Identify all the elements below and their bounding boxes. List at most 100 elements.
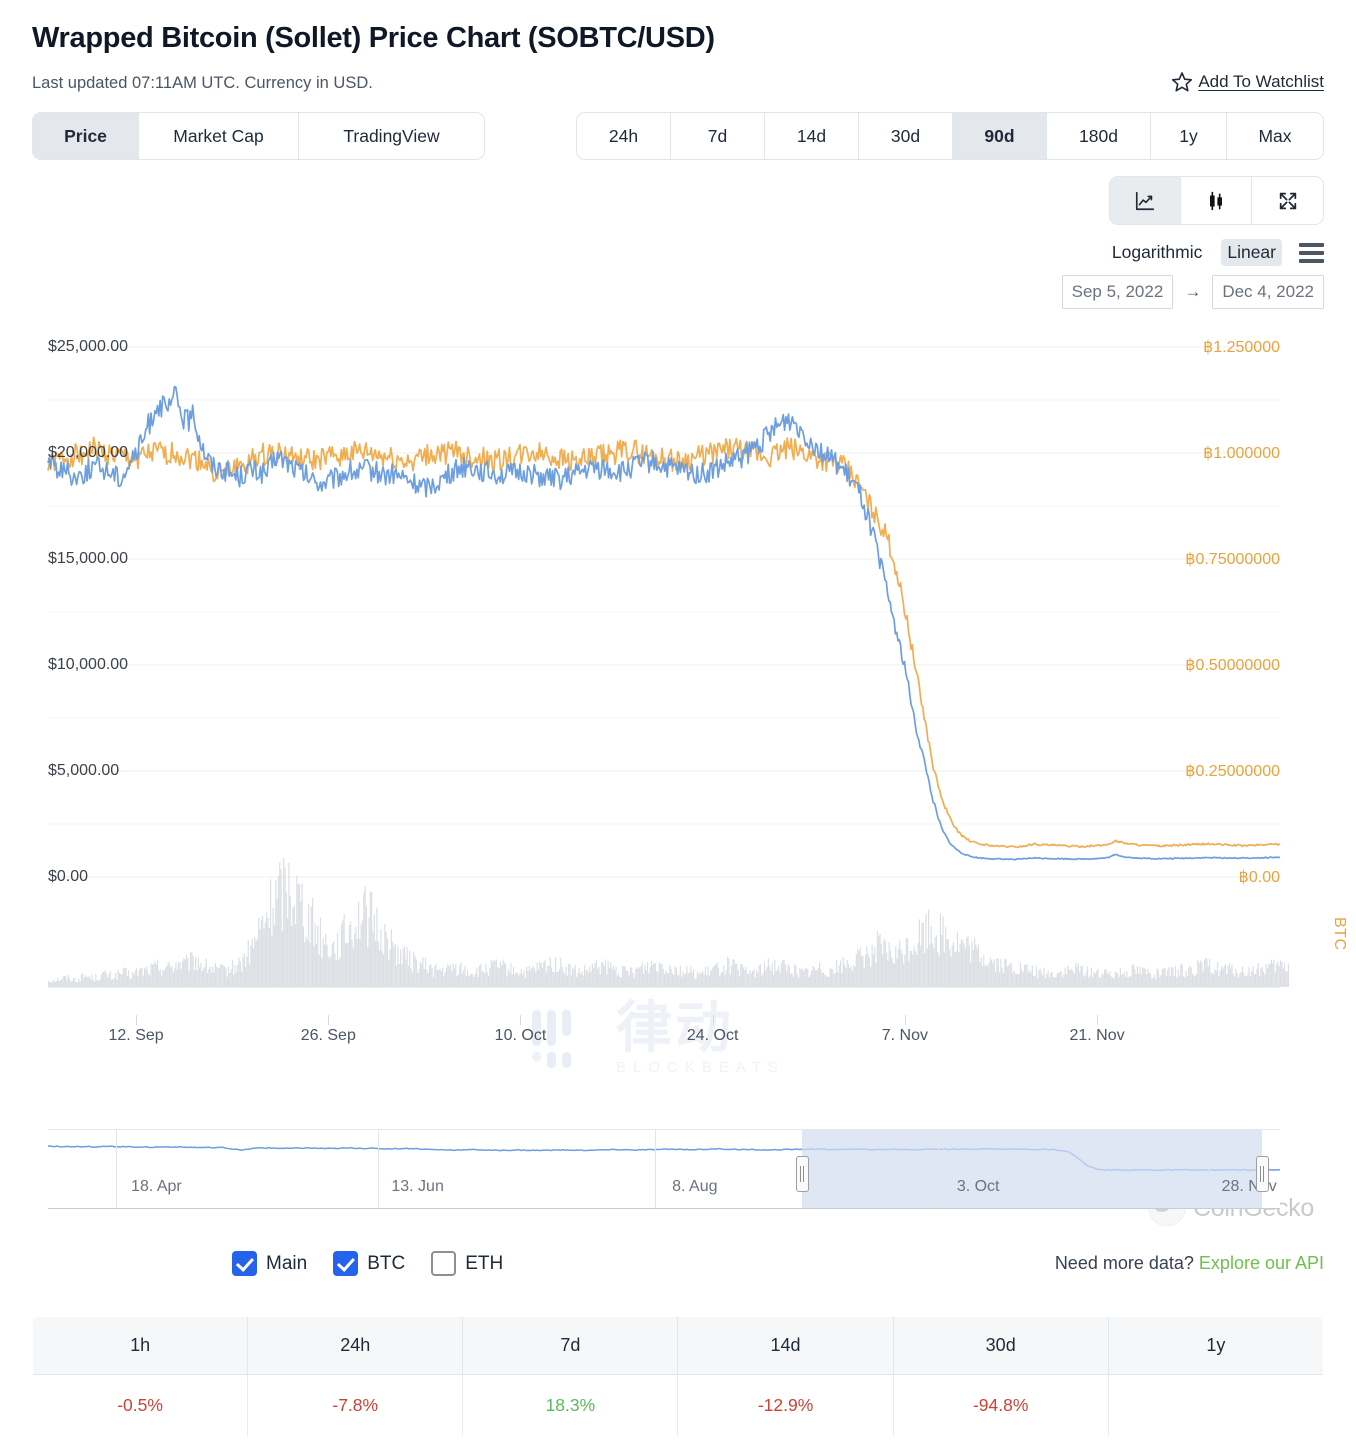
legend-item-eth[interactable]: ETH: [431, 1251, 503, 1276]
navigator-x-label: 18. Apr: [131, 1178, 182, 1196]
navigator-x-label: 8. Aug: [672, 1178, 717, 1196]
value-1h: -0.5%: [33, 1375, 248, 1437]
value-30d: -94.8%: [893, 1375, 1108, 1437]
value-14d: -12.9%: [678, 1375, 893, 1437]
range-max[interactable]: Max: [1227, 113, 1323, 159]
value-7d: 18.3%: [463, 1375, 678, 1437]
add-to-watchlist-label: Add To Watchlist: [1198, 72, 1324, 92]
chart-canvas: [0, 327, 1356, 1117]
col-header-30d: 30d: [893, 1317, 1108, 1375]
checkbox-btc[interactable]: [333, 1251, 358, 1276]
navigator-handle-left[interactable]: [796, 1156, 809, 1192]
legend-label-eth: ETH: [465, 1253, 503, 1275]
navigator-handle-right[interactable]: [1256, 1156, 1269, 1192]
candlestick-chart-icon[interactable]: [1181, 177, 1252, 224]
x-axis-label: 26. Sep: [301, 1027, 356, 1045]
x-axis-label: 21. Nov: [1069, 1027, 1124, 1045]
legend-item-btc[interactable]: BTC: [333, 1251, 405, 1276]
hamburger-menu-icon[interactable]: [1299, 243, 1324, 263]
performance-table: 1h 24h 7d 14d 30d 1y -0.5% -7.8% 18.3% -…: [32, 1316, 1324, 1437]
tab-market-cap[interactable]: Market Cap: [139, 113, 299, 159]
legend-label-main: Main: [266, 1253, 307, 1275]
y-axis-label-left: $0.00: [48, 868, 88, 886]
checkbox-eth[interactable]: [431, 1251, 456, 1276]
col-header-14d: 14d: [678, 1317, 893, 1375]
y-axis-label-right: ฿1.000000: [1203, 443, 1280, 463]
x-axis-label: 24. Oct: [687, 1027, 739, 1045]
x-axis-tick: [1097, 1015, 1098, 1025]
x-axis-tick: [905, 1015, 906, 1025]
api-prompt-text: Need more data?: [1055, 1253, 1194, 1273]
navigator-gridline: [378, 1130, 379, 1208]
page-title: Wrapped Bitcoin (Sollet) Price Chart (SO…: [32, 18, 1324, 58]
y-axis-label-left: $20,000.00: [48, 444, 128, 462]
line-chart-icon[interactable]: [1110, 177, 1181, 224]
col-header-24h: 24h: [248, 1317, 463, 1375]
x-axis-label: 10. Oct: [495, 1027, 547, 1045]
api-note: Need more data? Explore our API: [1055, 1253, 1324, 1274]
legend-label-btc: BTC: [367, 1253, 405, 1275]
x-axis-tick: [328, 1015, 329, 1025]
col-header-7d: 7d: [463, 1317, 678, 1375]
y-axis-label-right: ฿0.25000000: [1185, 761, 1280, 781]
scale-toggle-row: Logarithmic Linear: [32, 239, 1324, 266]
tab-tradingview[interactable]: TradingView: [299, 113, 484, 159]
header-subrow: Last updated 07:11AM UTC. Currency in US…: [32, 70, 1324, 94]
range-90d[interactable]: 90d: [953, 113, 1047, 159]
price-chart[interactable]: $25,000.00฿1.250000$20,000.00฿1.000000$1…: [0, 327, 1356, 1117]
price-chart-page: Wrapped Bitcoin (Sollet) Price Chart (SO…: [0, 0, 1356, 1452]
value-1y: [1108, 1375, 1323, 1437]
navigator-selection[interactable]: [802, 1130, 1262, 1208]
fullscreen-expand-icon[interactable]: [1252, 177, 1323, 224]
y-axis-label-right: ฿0.00: [1239, 867, 1280, 887]
page-header: Wrapped Bitcoin (Sollet) Price Chart (SO…: [0, 0, 1356, 309]
chart-navigator[interactable]: 18. Apr13. Jun8. Aug3. Oct28. Nov: [48, 1129, 1280, 1209]
tab-price[interactable]: Price: [33, 113, 139, 159]
legend-items: Main BTC ETH: [232, 1251, 503, 1276]
y-axis-label-left: $5,000.00: [48, 762, 119, 780]
date-from-input[interactable]: Sep 5, 2022: [1062, 275, 1174, 309]
x-axis-tick: [520, 1015, 521, 1025]
table-row: -0.5% -7.8% 18.3% -12.9% -94.8%: [33, 1375, 1324, 1437]
col-header-1y: 1y: [1108, 1317, 1323, 1375]
range-30d[interactable]: 30d: [859, 113, 953, 159]
legend-item-main[interactable]: Main: [232, 1251, 307, 1276]
range-7d[interactable]: 7d: [671, 113, 765, 159]
y-axis-label-left: $10,000.00: [48, 656, 128, 674]
explore-api-link[interactable]: Explore our API: [1199, 1253, 1324, 1273]
x-axis-label: 12. Sep: [109, 1027, 164, 1045]
range-24h[interactable]: 24h: [577, 113, 671, 159]
x-axis-tick: [136, 1015, 137, 1025]
chart-view-tabs: Price Market Cap TradingView: [32, 112, 485, 160]
y-axis-label-left: $15,000.00: [48, 550, 128, 568]
star-outline-icon: [1170, 70, 1194, 94]
navigator-gridline: [116, 1130, 117, 1208]
range-180d[interactable]: 180d: [1047, 113, 1151, 159]
navigator-gridline: [655, 1130, 656, 1208]
date-arrow-icon: →: [1184, 282, 1201, 302]
checkbox-main[interactable]: [232, 1251, 257, 1276]
date-range-row: Sep 5, 2022 → Dec 4, 2022: [32, 275, 1324, 309]
scale-linear[interactable]: Linear: [1221, 239, 1282, 266]
navigator-x-label: 3. Oct: [957, 1178, 1000, 1196]
y-axis-label-right: ฿0.75000000: [1185, 549, 1280, 569]
chart-legend-row: Main BTC ETH Need more data? Explore our…: [32, 1251, 1324, 1276]
chart-x-axis-labels: 12. Sep 26. Sep 10. Oct 24. Oct 7. Nov 21. No…: [48, 1027, 1280, 1057]
navigator-gridline: [1209, 1130, 1210, 1208]
last-updated-text: Last updated 07:11AM UTC. Currency in US…: [32, 72, 373, 94]
col-header-1h: 1h: [33, 1317, 248, 1375]
btc-axis-title: BTC: [1330, 917, 1348, 951]
chart-type-group: [1109, 176, 1324, 225]
controls-row: Price Market Cap TradingView 24h 7d 14d …: [32, 112, 1324, 160]
y-axis-label-right: ฿0.50000000: [1185, 655, 1280, 675]
range-1y[interactable]: 1y: [1151, 113, 1227, 159]
add-to-watchlist-button[interactable]: Add To Watchlist: [1170, 70, 1324, 94]
chart-type-row: [32, 176, 1324, 225]
scale-logarithmic[interactable]: Logarithmic: [1106, 239, 1208, 266]
navigator-x-label: 13. Jun: [391, 1178, 443, 1196]
range-14d[interactable]: 14d: [765, 113, 859, 159]
time-range-selector: 24h 7d 14d 30d 90d 180d 1y Max: [576, 112, 1324, 160]
navigator-gridline: [938, 1130, 939, 1208]
x-axis-label: 7. Nov: [882, 1027, 928, 1045]
date-to-input[interactable]: Dec 4, 2022: [1212, 275, 1324, 309]
